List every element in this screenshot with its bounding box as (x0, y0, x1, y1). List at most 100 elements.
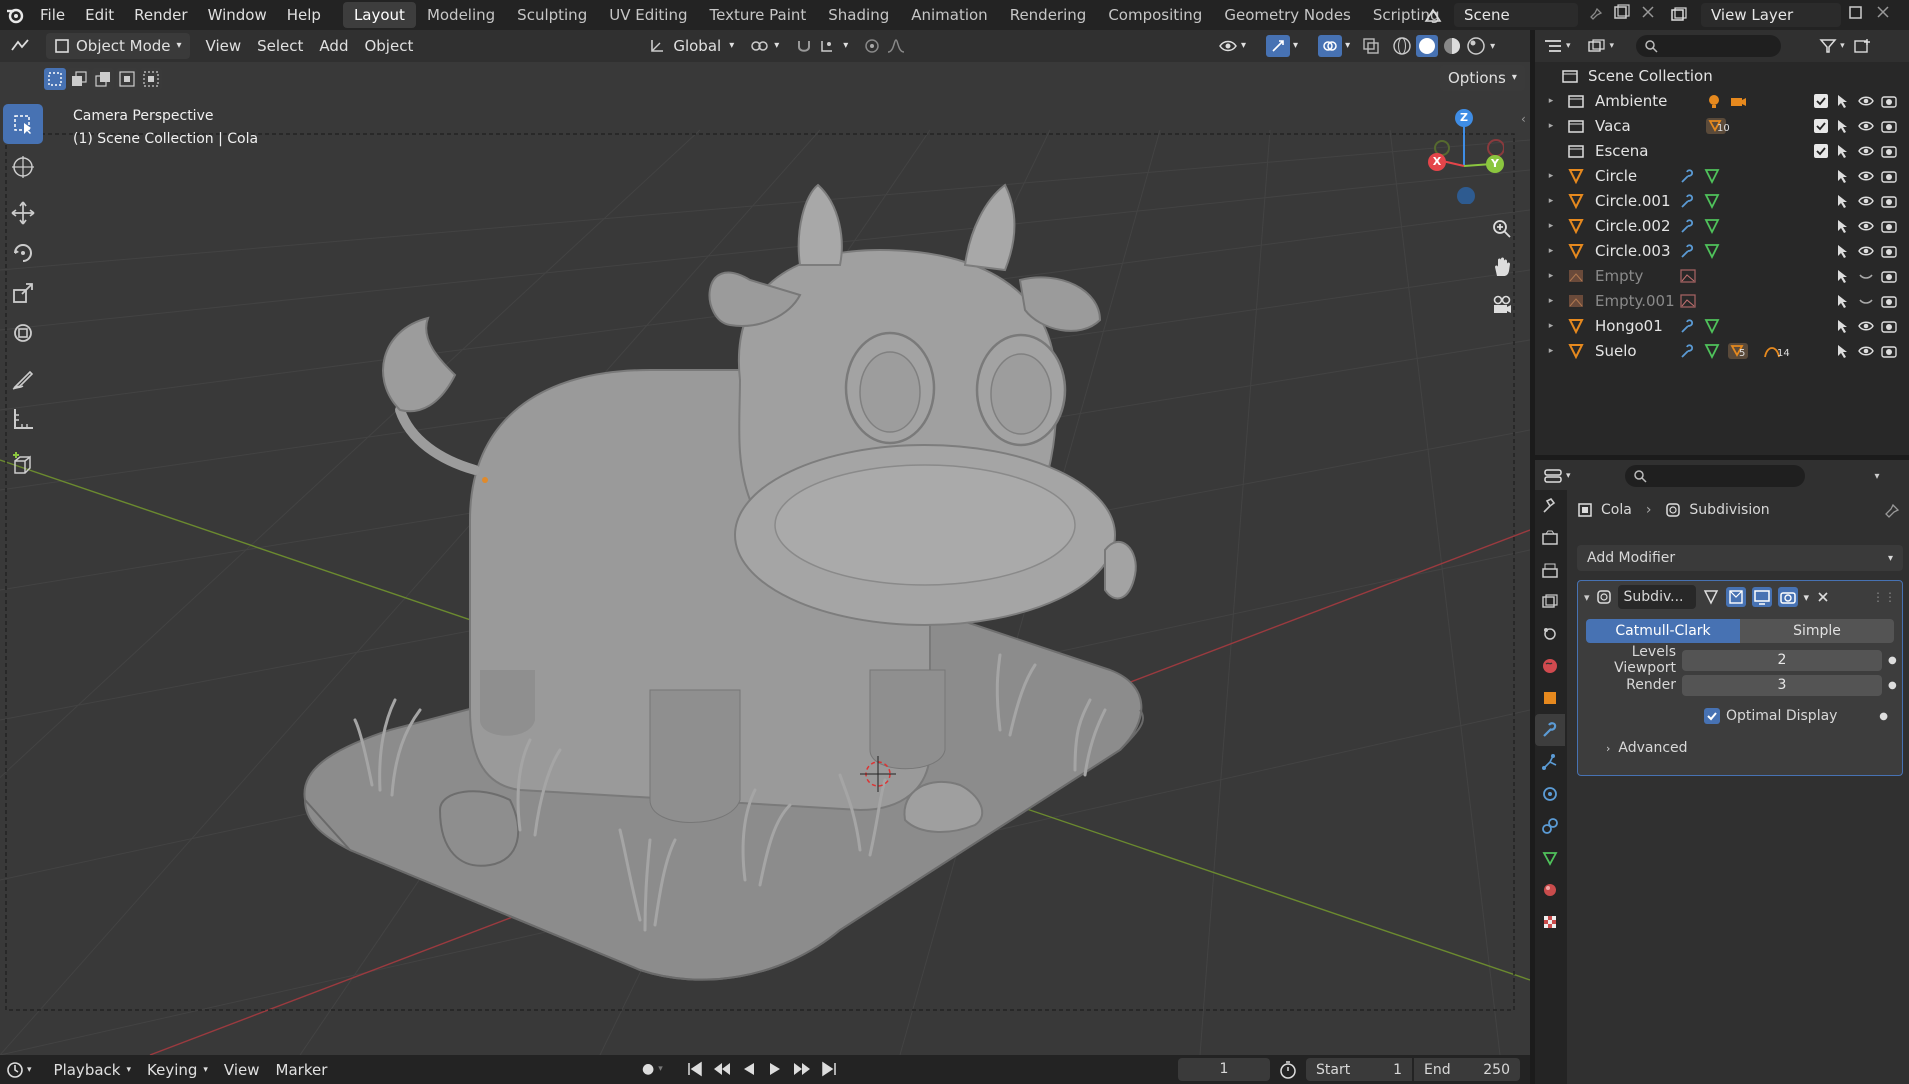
mesh-data-icon[interactable] (1703, 168, 1721, 184)
light-icon[interactable] (1705, 93, 1723, 109)
keyframe-dot-icon[interactable]: ● (1888, 655, 1897, 666)
render-camera-icon[interactable] (1881, 93, 1897, 109)
play-icon[interactable] (765, 1059, 785, 1079)
gizmo-toggle[interactable]: ▾ (1258, 33, 1306, 59)
zoom-icon[interactable] (1487, 210, 1517, 248)
eye-icon[interactable] (1858, 193, 1874, 209)
marker-menu[interactable]: Marker (268, 1057, 336, 1083)
play-reverse-icon[interactable] (739, 1059, 759, 1079)
tab-texture-paint[interactable]: Texture Paint (698, 2, 817, 28)
image-icon[interactable] (1679, 268, 1697, 284)
new-scene-icon[interactable] (1612, 4, 1634, 26)
proportional-editing[interactable] (856, 33, 914, 59)
add-cube-tool[interactable] (3, 445, 43, 485)
render-camera-icon[interactable] (1881, 143, 1897, 159)
expand-arrow-icon[interactable]: ▸ (1539, 296, 1563, 306)
prev-keyframe-icon[interactable] (711, 1059, 733, 1079)
properties-editor-type[interactable]: ▾ (1543, 468, 1571, 484)
tab-sculpting[interactable]: Sculpting (506, 2, 598, 28)
view-layer-tab-icon[interactable] (1535, 586, 1565, 618)
blender-logo-icon[interactable] (0, 0, 30, 30)
outliner-scene-collection[interactable]: Scene Collection (1535, 63, 1909, 88)
outliner-item[interactable]: ▸ Empty.001 (1535, 288, 1909, 313)
drag-handle-icon[interactable]: ⋮⋮ (1872, 590, 1896, 604)
delete-scene-icon[interactable] (1640, 4, 1662, 26)
collapse-chevron-icon[interactable]: ▾ (1584, 591, 1590, 604)
on-cage-icon[interactable] (1725, 587, 1746, 607)
constraints-tab-icon[interactable] (1535, 810, 1565, 842)
expand-arrow-icon[interactable]: ▸ (1539, 346, 1563, 356)
render-levels-field[interactable]: 3 (1682, 674, 1882, 696)
tab-shading[interactable]: Shading (817, 2, 900, 28)
render-camera-icon[interactable] (1881, 168, 1897, 184)
navigation-gizmo[interactable]: Z X Y (1424, 108, 1504, 204)
editor-type-icon[interactable] (4, 32, 38, 60)
outliner-item[interactable]: ▸ Hongo01 (1535, 313, 1909, 338)
area-divider[interactable] (1535, 455, 1909, 460)
selectable-arrow-icon[interactable] (1835, 193, 1851, 209)
output-tab-icon[interactable] (1535, 554, 1565, 586)
tab-compositing[interactable]: Compositing (1097, 2, 1213, 28)
menu-edit[interactable]: Edit (75, 0, 124, 30)
view-layer-name-field[interactable]: View Layer (1701, 3, 1841, 27)
eye-closed-icon[interactable] (1858, 268, 1874, 284)
mesh-data-icon[interactable] (1703, 218, 1721, 234)
select-invert-icon[interactable] (116, 68, 138, 90)
menu-add[interactable]: Add (311, 33, 356, 59)
wrench-icon[interactable] (1679, 343, 1697, 359)
texture-tab-icon[interactable] (1535, 906, 1565, 938)
outliner-item[interactable]: ▸ Circle.003 (1535, 238, 1909, 263)
selectable-arrow-icon[interactable] (1835, 143, 1851, 159)
timeline-editor-type[interactable]: ▾ (6, 1061, 32, 1079)
wrench-icon[interactable] (1679, 168, 1697, 184)
realtime-display-icon[interactable] (1751, 587, 1772, 607)
chevron-down-icon[interactable]: ▾ (1875, 471, 1880, 482)
material-shading-icon[interactable] (1442, 36, 1462, 56)
select-subtract-icon[interactable] (92, 68, 114, 90)
select-extend-icon[interactable] (68, 68, 90, 90)
eye-icon[interactable] (1858, 93, 1874, 109)
area-divider[interactable] (1530, 30, 1535, 1084)
levels-viewport-field[interactable]: 2 (1682, 649, 1882, 671)
eye-icon[interactable] (1858, 343, 1874, 359)
transform-tool[interactable] (3, 313, 43, 353)
render-camera-icon[interactable] (1881, 218, 1897, 234)
modifier-menu-chevron-icon[interactable]: ▾ (1804, 591, 1810, 604)
menu-file[interactable]: File (30, 0, 75, 30)
advanced-subpanel[interactable]: › Advanced (1578, 738, 1902, 758)
tab-modeling[interactable]: Modeling (416, 2, 506, 28)
expand-arrow-icon[interactable]: ▸ (1539, 121, 1563, 131)
tab-layout[interactable]: Layout (342, 2, 416, 28)
playback-menu[interactable]: Playback ▾ (46, 1057, 139, 1083)
view-layer-icon[interactable] (1663, 3, 1695, 27)
selectable-arrow-icon[interactable] (1835, 268, 1851, 284)
gizmo-z-axis[interactable]: Z (1455, 109, 1473, 127)
tab-animation[interactable]: Animation (900, 2, 998, 28)
snap-controls[interactable]: ▾ (787, 33, 856, 59)
current-frame-field[interactable]: 1 (1178, 1058, 1270, 1081)
stopwatch-icon[interactable] (1278, 1060, 1298, 1080)
visibility-dropdown[interactable]: ▾ (1210, 33, 1254, 59)
pin-icon[interactable] (1584, 4, 1606, 26)
eye-icon[interactable] (1858, 243, 1874, 259)
display-mode-dropdown[interactable]: ▾ (1587, 38, 1614, 54)
scale-tool[interactable] (3, 273, 43, 313)
outliner-item[interactable]: ▸ Suelo 5 14 (1535, 338, 1909, 363)
pivot-dropdown[interactable]: ▾ (742, 33, 787, 59)
hand-pan-icon[interactable] (1487, 248, 1517, 286)
new-collection-icon[interactable] (1853, 38, 1871, 54)
wireframe-shading-icon[interactable] (1392, 36, 1412, 56)
selectable-arrow-icon[interactable] (1835, 118, 1851, 134)
expand-arrow-icon[interactable]: ▸ (1539, 96, 1563, 106)
jump-end-icon[interactable] (819, 1059, 839, 1079)
scene-tab-icon[interactable] (1535, 618, 1565, 650)
render-camera-icon[interactable] (1777, 587, 1798, 607)
render-camera-icon[interactable] (1881, 193, 1897, 209)
menu-help[interactable]: Help (277, 0, 331, 30)
object-tab-icon[interactable] (1535, 682, 1565, 714)
outliner-item[interactable]: ▸ Circle (1535, 163, 1909, 188)
eye-icon[interactable] (1858, 168, 1874, 184)
3d-viewport[interactable] (0, 30, 1530, 1055)
orientation-dropdown[interactable]: Global ▾ (641, 33, 742, 59)
eye-icon[interactable] (1858, 318, 1874, 334)
